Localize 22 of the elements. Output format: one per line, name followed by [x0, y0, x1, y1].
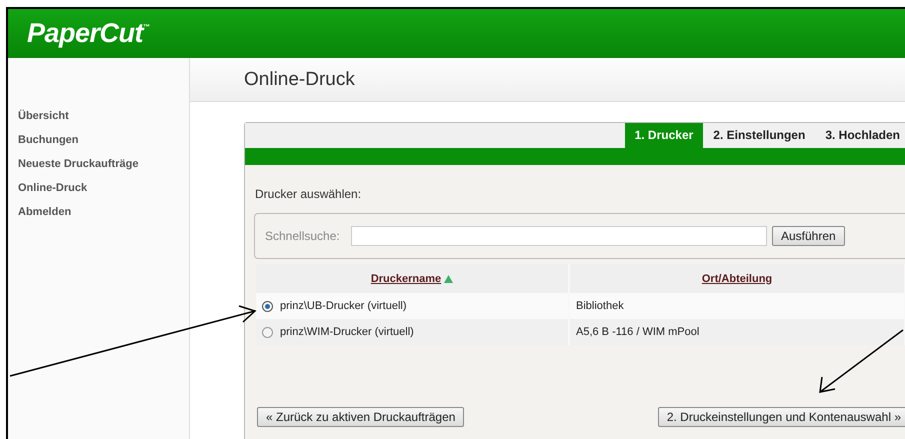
radio-button[interactable]	[262, 326, 273, 338]
step-tab[interactable]: 1. Drucker	[624, 123, 704, 148]
printer-name: prinz\WIM-Drucker (virtuell)	[280, 326, 414, 338]
page-title: Online-Druck	[244, 68, 355, 90]
next-button[interactable]: 2. Druckeinstellungen und Kontenauswahl »	[658, 407, 905, 427]
sidebar-link[interactable]: Übersicht	[18, 108, 69, 124]
sidebar-link[interactable]: Online-Druck	[18, 180, 88, 196]
back-button[interactable]: « Zurück zu aktiven Druckaufträgen	[257, 407, 464, 427]
sidebar-link[interactable]: Neueste Druckaufträge	[18, 156, 138, 172]
column-header[interactable]: Druckername	[370, 272, 442, 284]
sidebar-link[interactable]: Buchungen	[18, 132, 78, 148]
radio-button[interactable]	[262, 300, 273, 312]
search-label: Schnellsuche:	[265, 229, 341, 243]
instruction-label: Drucker auswählen:	[255, 187, 362, 201]
search-field[interactable]	[351, 226, 767, 246]
printer-location: Bibliothek	[576, 300, 624, 312]
sidebar-link[interactable]: Abmelden	[18, 204, 72, 220]
logo: PaperCut$^{™}$	[27, 18, 150, 49]
search-button[interactable]: Ausführen	[772, 226, 845, 246]
printer-location: A5,6 B -116 / WIM mPool	[576, 326, 700, 338]
column-header[interactable]: Ort/Abteilung	[702, 272, 772, 284]
printer-name: prinz\UB-Drucker (virtuell)	[280, 300, 407, 312]
